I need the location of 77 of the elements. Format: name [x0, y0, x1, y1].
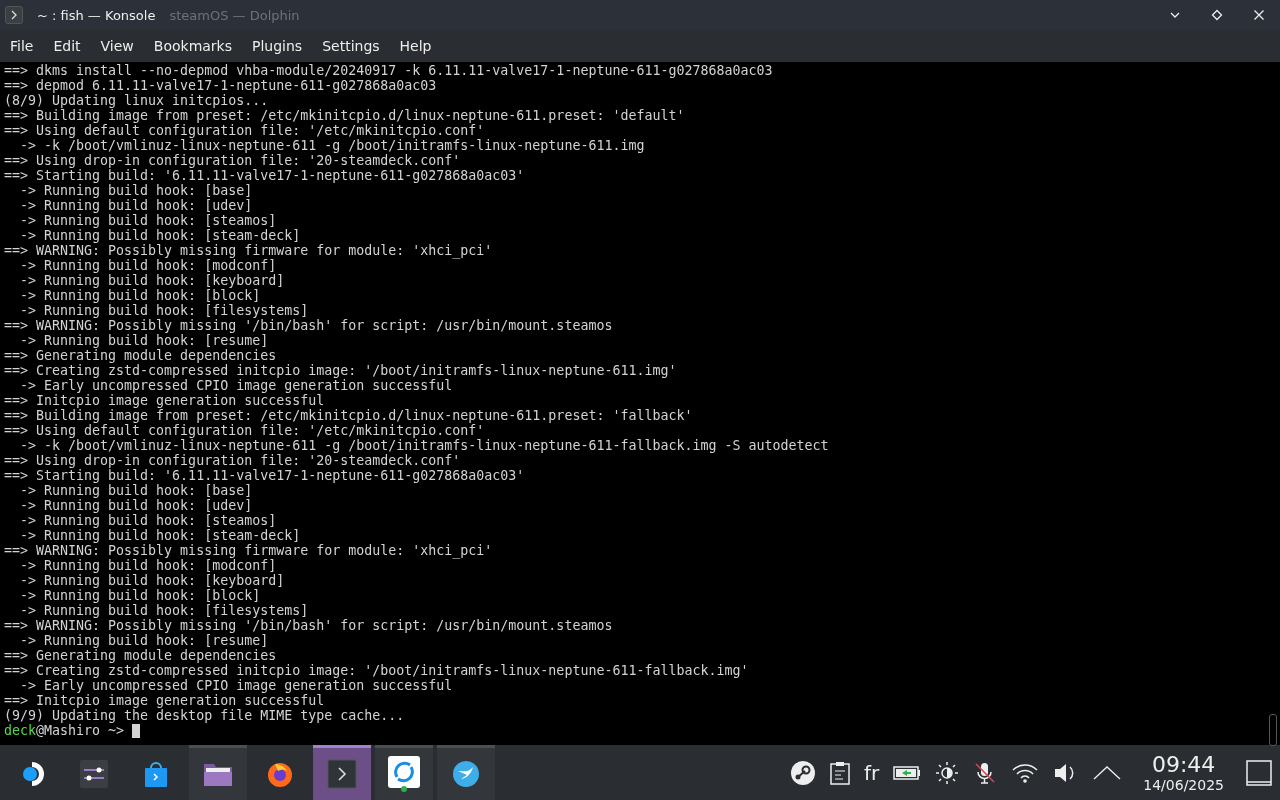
terminal-line: -> Running build hook: [udev] — [19, 198, 253, 213]
terminal-line: ==> Generating module dependencies — [4, 348, 277, 363]
brightness-icon[interactable] — [935, 760, 960, 785]
bird-icon — [451, 759, 481, 789]
terminal-line: -> Running build hook: [steam-deck] — [19, 528, 301, 543]
terminal-line: ==> Using drop-in configuration file: '20-steamdeck.conf' — [4, 153, 461, 168]
terminal-line: -> Running build hook: [block] — [19, 588, 261, 603]
background-window-title: steamOS — Dolphin — [169, 7, 300, 23]
steam-icon[interactable] — [790, 759, 817, 786]
terminal-line: -> Running build hook: [base] — [19, 183, 253, 198]
prompt-host: @Mashiro ~> — [36, 723, 125, 738]
terminal-line: ==> WARNING: Possibly missing '/bin/bash' for script: /usr/bin/mount.steamos — [4, 618, 613, 633]
terminal-line: ==> Building image from preset: /etc/mkinitcpio.d/linux-neptune-611.preset: 'fallback' — [4, 408, 693, 423]
terminal-line: ==> WARNING: Possibly missing firmware for module: 'xhci_pci' — [4, 543, 493, 558]
taskbar-item[interactable] — [189, 745, 247, 800]
wifi-icon[interactable] — [1011, 761, 1040, 784]
folder-icon — [203, 761, 233, 787]
terminal-line: (8/9) Updating linux initcpios... — [4, 93, 269, 108]
keyboard-layout[interactable]: fr — [864, 760, 880, 785]
terminal-line: -> Running build hook: [steamos] — [19, 513, 277, 528]
terminal-line: -> Running build hook: [resume] — [19, 633, 269, 648]
terminal-line: -> -k /boot/vmlinuz-linux-neptune-611 -g /boot/initramfs-linux-neptune-611-fallback.img -S autodetect — [19, 438, 829, 453]
sync-icon — [388, 756, 420, 792]
menu-item[interactable]: Settings — [314, 34, 388, 58]
terminal-line: (9/9) Updating the desktop file MIME type cache... — [4, 708, 405, 723]
terminal-line: ==> dkms install --no-depmod vhba-module/20240917 -k 6.11.11-valve17-1-neptune-611-g027868a0ac03 — [4, 63, 773, 78]
terminal-line: ==> Initcpio image generation successful — [4, 693, 325, 708]
terminal-line: ==> Building image from preset: /etc/mkinitcpio.d/linux-neptune-611.preset: 'default' — [4, 108, 685, 123]
terminal-line: -> Running build hook: [resume] — [19, 333, 269, 348]
clock[interactable]: 09:44 14/06/2025 — [1143, 753, 1224, 792]
terminal-app-icon[interactable] — [5, 6, 23, 24]
terminal-line: -> Running build hook: [modconf] — [19, 558, 277, 573]
diamond-icon — [1211, 9, 1223, 21]
terminal-line: -> -k /boot/vmlinuz-linux-neptune-611 -g /boot/initramfs-linux-neptune-611.img — [19, 138, 645, 153]
terminal-line: ==> Using default configuration file: '/etc/mkinitcpio.conf' — [4, 423, 485, 438]
terminal-line: -> Running build hook: [steam-deck] — [19, 228, 301, 243]
menu-item[interactable]: Plugins — [244, 34, 311, 58]
terminal-line: ==> Initcpio image generation successful — [4, 393, 325, 408]
terminal-line: -> Running build hook: [keyboard] — [19, 573, 285, 588]
terminal-line: -> Running build hook: [steamos] — [19, 213, 277, 228]
terminal-line: -> Early uncompressed CPIO image generation successful — [19, 378, 453, 393]
terminal-line: -> Running build hook: [filesystems] — [19, 303, 309, 318]
taskbar-item[interactable] — [375, 745, 433, 800]
terminal-line: ==> Starting build: '6.11.11-valve17-1-neptune-611-g027868a0ac03' — [4, 168, 525, 183]
battery-icon[interactable] — [893, 765, 922, 780]
terminal-line: -> Running build hook: [modconf] — [19, 258, 277, 273]
terminal-line: ==> WARNING: Possibly missing firmware for module: 'xhci_pci' — [4, 243, 493, 258]
window-title: ~ : fish — Konsole — [37, 7, 156, 23]
terminal-line: -> Early uncompressed CPIO image generation successful — [19, 678, 453, 693]
terminal-line: -> Running build hook: [udev] — [19, 498, 253, 513]
terminal-line: ==> Using drop-in configuration file: '20-steamdeck.conf' — [4, 453, 461, 468]
clock-date: 14/06/2025 — [1143, 777, 1224, 792]
terminal-line: ==> Creating zstd-compressed initcpio image: '/boot/initramfs-linux-neptune-611-fallback.img' — [4, 663, 749, 678]
text-cursor — [132, 723, 141, 738]
clipboard-icon[interactable] — [830, 760, 851, 785]
clock-time: 09:44 — [1151, 753, 1216, 776]
terminal-line: ==> Using default configuration file: '/etc/mkinitcpio.conf' — [4, 123, 485, 138]
prompt-user: deck — [4, 723, 37, 738]
terminal-line: -> Running build hook: [base] — [19, 483, 253, 498]
menu-item[interactable]: Edit — [45, 34, 89, 58]
terminal-icon — [327, 759, 357, 789]
terminal-line: ==> Generating module dependencies — [4, 648, 277, 663]
terminal-line: -> Running build hook: [block] — [19, 288, 261, 303]
menu-item[interactable]: File — [2, 34, 42, 58]
terminal-line: -> Running build hook: [keyboard] — [19, 273, 285, 288]
terminal-line: ==> depmod 6.11.11-valve17-1-neptune-611-g027868a0ac03 — [4, 78, 437, 93]
terminal-line: ==> Starting build: '6.11.11-valve17-1-neptune-611-g027868a0ac03' — [4, 468, 525, 483]
terminal-line: ==> Creating zstd-compressed initcpio image: '/boot/initramfs-linux-neptune-611.img' — [4, 363, 677, 378]
show-desktop-icon[interactable] — [1246, 759, 1272, 786]
menu-item[interactable]: Help — [391, 34, 440, 58]
menu-item[interactable]: Bookmarks — [145, 34, 240, 58]
expand-tray-icon[interactable] — [1093, 765, 1122, 780]
close-icon — [1253, 9, 1265, 21]
sliders-icon — [79, 759, 109, 789]
terminal-line: -> Running build hook: [filesystems] — [19, 603, 309, 618]
terminal-line: ==> WARNING: Possibly missing '/bin/bash' for script: /usr/bin/mount.steamos — [4, 318, 613, 333]
menu-item[interactable]: View — [92, 34, 142, 58]
